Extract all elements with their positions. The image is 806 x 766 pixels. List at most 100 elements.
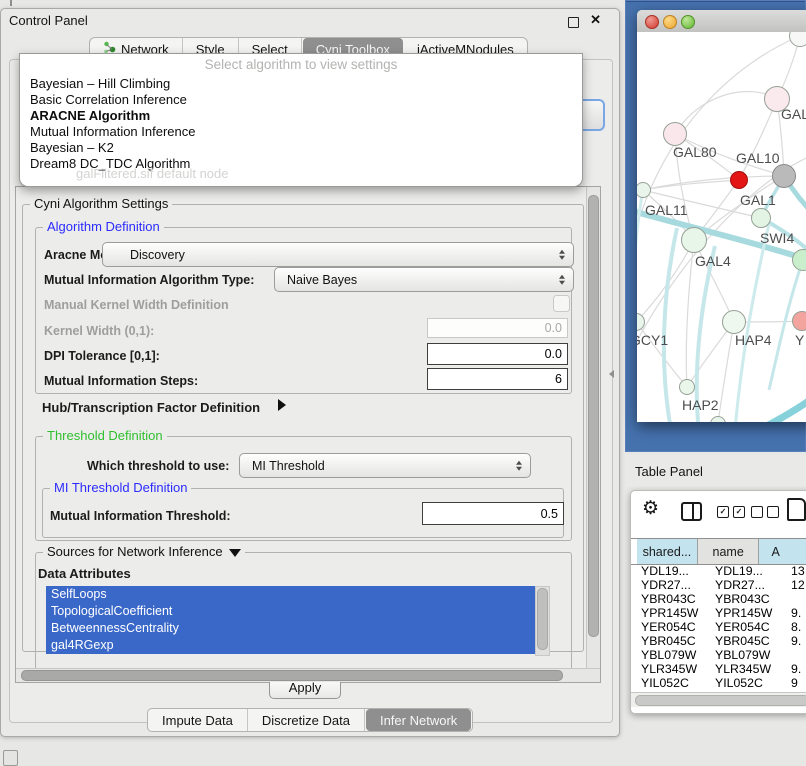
table-row[interactable]: YBL079WYBL079W bbox=[631, 648, 806, 662]
float-window-icon[interactable] bbox=[568, 17, 579, 28]
top-edge-tick bbox=[10, 0, 12, 6]
threshold-definition-legend: Threshold Definition bbox=[43, 428, 167, 443]
mi-steps-field[interactable] bbox=[427, 368, 568, 390]
table-row[interactable]: YDL19...YDL19...13 bbox=[631, 564, 806, 578]
tab-infer-network[interactable]: Infer Network bbox=[366, 709, 471, 731]
dpi-tolerance-field[interactable] bbox=[427, 343, 568, 365]
expand-right-icon[interactable] bbox=[278, 399, 286, 411]
table-row[interactable]: YBR045CYBR045C9. bbox=[631, 634, 806, 648]
cell: YDR27... bbox=[641, 578, 691, 592]
cell: YIL052C bbox=[715, 676, 763, 690]
table-row[interactable]: YBR043CYBR043C bbox=[631, 592, 806, 606]
algorithm-option[interactable]: Bayesian – Hill Climbing bbox=[30, 76, 170, 92]
traffic-light-zoom-icon[interactable] bbox=[681, 15, 695, 29]
cell: YBR043C bbox=[715, 592, 770, 606]
column-header-shared-name[interactable]: shared... bbox=[637, 539, 698, 564]
which-threshold-combo[interactable]: MI Threshold bbox=[239, 453, 531, 478]
gear-icon[interactable]: ⚙ bbox=[642, 497, 659, 520]
collapse-down-icon[interactable] bbox=[229, 549, 241, 557]
network-node-hap2[interactable] bbox=[679, 379, 695, 395]
network-node-gal80[interactable] bbox=[663, 122, 687, 146]
table-row[interactable]: YLR345WYLR345W9. bbox=[631, 662, 806, 676]
node-label: GCY1 bbox=[637, 332, 668, 348]
aracne-mode-combo[interactable]: Discovery bbox=[102, 242, 574, 267]
mi-algorithm-type-value: Naive Bayes bbox=[275, 273, 357, 287]
mi-algorithm-type-combo[interactable]: Naive Bayes bbox=[274, 267, 574, 292]
node-label: GAL4 bbox=[695, 253, 731, 269]
panel-collapse-icon[interactable] bbox=[609, 370, 614, 378]
attribute-item[interactable]: SelfLoops bbox=[46, 586, 536, 603]
scrollbar-thumb[interactable] bbox=[21, 670, 563, 681]
control-panel-window: Control Panel ✕ Network Style Select Cyn… bbox=[0, 8, 620, 737]
cell: YBR045C bbox=[715, 634, 770, 648]
algorithm-definition-legend: Algorithm Definition bbox=[43, 219, 164, 234]
close-icon[interactable]: ✕ bbox=[590, 12, 601, 28]
scrollbar-thumb[interactable] bbox=[588, 195, 599, 637]
table-horizontal-scrollbar[interactable] bbox=[631, 692, 806, 707]
table-panel-window: ⚙ ✓ ✓ shared... name A YDL19...YDL19...1… bbox=[630, 490, 806, 714]
attribute-item[interactable]: gal4RGexp bbox=[46, 637, 536, 654]
tab-discretize-data[interactable]: Discretize Data bbox=[248, 709, 365, 731]
combo-arrows-icon bbox=[516, 460, 522, 471]
network-node[interactable] bbox=[792, 311, 806, 331]
column-view-icon[interactable] bbox=[681, 502, 702, 521]
manual-kernel-width-checkbox[interactable] bbox=[553, 295, 570, 312]
tab-impute-data[interactable]: Impute Data bbox=[148, 709, 248, 731]
checked-box-icon: ✓ bbox=[733, 506, 745, 518]
cell: YDL19... bbox=[641, 564, 689, 578]
collapsed-panel-icon[interactable] bbox=[3, 750, 18, 766]
mi-threshold-field[interactable] bbox=[422, 502, 564, 525]
table-row[interactable]: YDR27...YDR27...12 bbox=[631, 578, 806, 592]
attribute-item[interactable]: BetweennessCentrality bbox=[46, 620, 536, 637]
node-label: HAP2 bbox=[682, 397, 719, 413]
algorithm-option-selected[interactable]: ARACNE Algorithm bbox=[30, 108, 150, 124]
deselect-all-icon[interactable] bbox=[751, 506, 779, 518]
cell: YLR345W bbox=[641, 662, 697, 676]
kernel-width-field[interactable] bbox=[427, 318, 568, 338]
table-row[interactable]: YPR145WYPR145W9. bbox=[631, 606, 806, 620]
column-header-partial[interactable]: A bbox=[759, 539, 806, 564]
node-label: GAL80 bbox=[673, 144, 717, 160]
algorithm-option[interactable]: Bayesian – K2 bbox=[30, 140, 114, 156]
node-label: HAP4 bbox=[735, 332, 772, 348]
settings-vertical-scrollbar[interactable] bbox=[586, 187, 600, 669]
hub-definition-label[interactable]: Hub/Transcription Factor Definition bbox=[42, 400, 260, 415]
manual-kernel-width-label: Manual Kernel Width Definition bbox=[44, 298, 229, 312]
node-label: GAL bbox=[781, 106, 806, 122]
cell: 9. bbox=[791, 606, 801, 620]
select-all-icon[interactable]: ✓ ✓ bbox=[717, 506, 745, 518]
algorithm-option[interactable]: Basic Correlation Inference bbox=[30, 92, 187, 108]
cell: 8. bbox=[791, 620, 801, 634]
network-node-gal10[interactable] bbox=[772, 164, 796, 188]
settings-horizontal-scrollbar[interactable] bbox=[16, 668, 600, 682]
cell: 12 bbox=[791, 578, 805, 592]
traffic-light-minimize-icon[interactable] bbox=[663, 15, 677, 29]
sources-legend[interactable]: Sources for Network Inference bbox=[43, 544, 245, 559]
scrollbar-thumb[interactable] bbox=[635, 695, 806, 706]
node-label: Y bbox=[795, 332, 804, 348]
algorithm-option[interactable]: Mutual Information Inference bbox=[30, 124, 195, 140]
attribute-item[interactable]: TopologicalCoefficient bbox=[46, 603, 536, 620]
scrollbar-thumb[interactable] bbox=[537, 588, 548, 650]
table-row[interactable]: YER054CYER054C8. bbox=[631, 620, 806, 634]
network-canvas[interactable]: GAL GAL80 GAL10 GAL11 GAL1 SWI4 GAL4 GCY… bbox=[637, 32, 806, 422]
table-row[interactable]: YIL052C YIL052C 9 bbox=[631, 676, 806, 690]
checked-box-icon: ✓ bbox=[717, 506, 729, 518]
attribute-list-scrollbar[interactable] bbox=[535, 586, 550, 656]
node-label: GAL11 bbox=[645, 202, 688, 218]
cell: YER054C bbox=[715, 620, 770, 634]
network-node-hap4[interactable] bbox=[722, 310, 746, 334]
data-attributes-label: Data Attributes bbox=[38, 566, 131, 581]
network-node-gal1[interactable] bbox=[751, 208, 771, 228]
column-header-name[interactable]: name bbox=[698, 539, 760, 564]
algorithm-dropdown-popup: Select algorithm to view settings Bayesi… bbox=[19, 53, 583, 187]
mi-algorithm-type-label: Mutual Information Algorithm Type: bbox=[44, 273, 254, 287]
cell: YBL079W bbox=[641, 648, 696, 662]
network-window-titlebar[interactable] bbox=[637, 10, 806, 33]
cell: 9 bbox=[791, 676, 798, 690]
export-table-icon[interactable] bbox=[787, 498, 806, 521]
cell: YIL052C bbox=[641, 676, 689, 690]
network-node-selected-red[interactable] bbox=[730, 171, 748, 189]
network-node-gal4[interactable] bbox=[681, 227, 707, 253]
traffic-light-close-icon[interactable] bbox=[645, 15, 659, 29]
